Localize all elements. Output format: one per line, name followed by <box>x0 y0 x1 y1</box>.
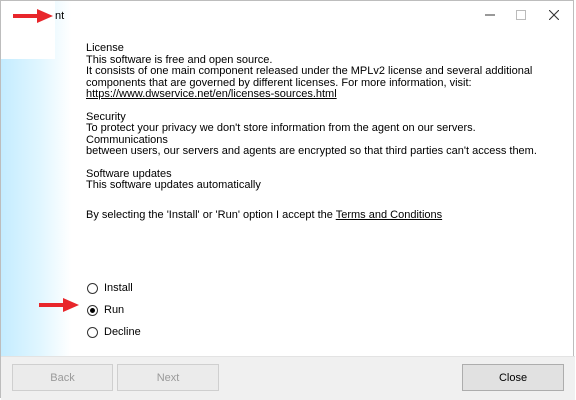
mode-options: Install Run Decline <box>87 277 141 343</box>
close-window-button[interactable] <box>539 5 569 25</box>
minimize-icon <box>485 14 495 16</box>
security-line: between users, our servers and agents ar… <box>86 145 537 157</box>
updates-line: This software updates automatically <box>86 179 261 191</box>
option-install[interactable]: Install <box>87 277 141 299</box>
decline-radio[interactable] <box>87 326 98 338</box>
updates-section: Software updates This software updates a… <box>86 168 556 192</box>
back-button[interactable]: Back <box>12 364 113 391</box>
install-radio[interactable] <box>87 282 98 294</box>
accept-text: By selecting the 'Install' or 'Run' opti… <box>86 208 556 222</box>
run-radio[interactable] <box>87 304 98 316</box>
license-line: It consists of one main component releas… <box>86 65 533 77</box>
security-section: Security To protect your privacy we don'… <box>86 111 556 158</box>
terms-link[interactable]: Terms and Conditions <box>336 209 442 221</box>
option-run[interactable]: Run <box>87 299 141 321</box>
minimize-button[interactable] <box>475 5 505 25</box>
option-label: Run <box>104 304 125 316</box>
license-heading: License <box>86 42 124 54</box>
option-label: Install <box>104 282 133 294</box>
maximize-button[interactable] <box>506 5 536 25</box>
red-arrow-icon <box>39 298 79 312</box>
security-line: To protect your privacy we don't store i… <box>86 122 476 146</box>
next-button[interactable]: Next <box>117 364 219 391</box>
title-bar[interactable]: nt <box>1 1 575 59</box>
close-button[interactable]: Close <box>462 364 564 391</box>
option-decline[interactable]: Decline <box>87 321 141 343</box>
installer-window: nt License This software is free and ope… <box>0 0 575 400</box>
license-content: License This software is free and open s… <box>86 42 556 222</box>
window-title: nt <box>55 10 65 22</box>
close-icon <box>549 10 559 20</box>
button-bar: Back Next Close <box>1 356 575 400</box>
red-arrow-icon <box>13 9 53 23</box>
licenses-link[interactable]: https://www.dwservice.net/en/licenses-so… <box>86 88 337 100</box>
maximize-icon <box>516 10 526 20</box>
option-label: Decline <box>104 326 141 338</box>
accept-statement: By selecting the 'Install' or 'Run' opti… <box>86 208 336 221</box>
license-section: License This software is free and open s… <box>86 42 556 101</box>
